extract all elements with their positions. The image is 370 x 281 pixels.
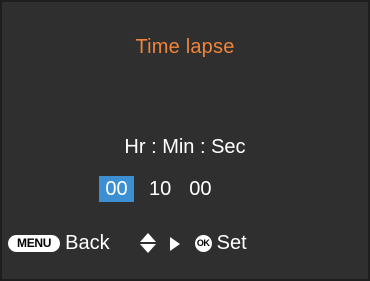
ok-key-icon[interactable]: OK	[194, 234, 212, 252]
set-label: Set	[216, 231, 247, 254]
minutes-field[interactable]: 10	[149, 176, 171, 202]
hours-field[interactable]: 00	[99, 176, 134, 202]
menu-key-icon[interactable]: MENU	[8, 234, 61, 252]
camera-screen: Time lapse Hr : Min : Sec 00 10 00 MENU …	[0, 0, 370, 281]
up-down-triangle-icon[interactable]	[139, 232, 157, 254]
right-triangle-icon[interactable]	[169, 235, 181, 251]
footer-hints: MENU Back OK Set	[8, 230, 364, 256]
seconds-field[interactable]: 00	[189, 176, 211, 202]
time-format-label: Hr : Min : Sec	[124, 136, 246, 158]
screen-title: Time lapse	[135, 36, 235, 58]
time-values: 00 10 00	[99, 176, 212, 202]
back-label: Back	[65, 231, 110, 254]
